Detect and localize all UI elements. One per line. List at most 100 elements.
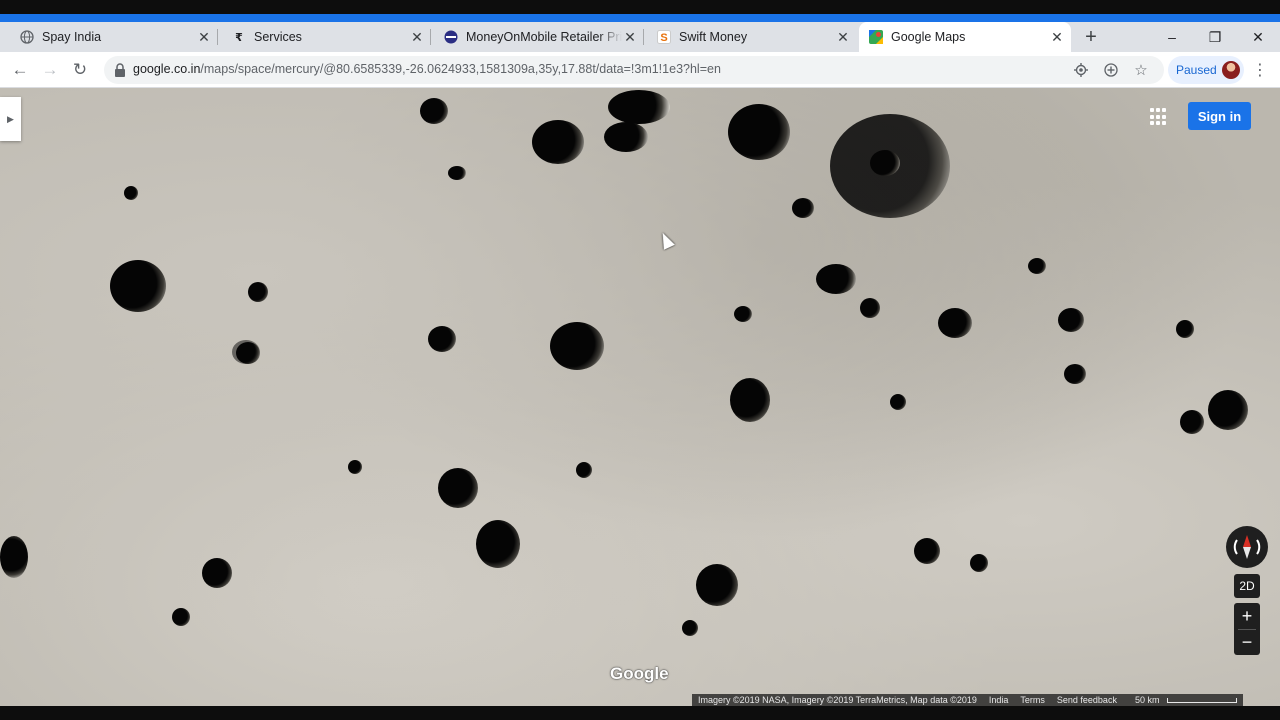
crater [476, 520, 520, 568]
crater [860, 298, 880, 318]
map-canvas[interactable] [0, 88, 1280, 706]
scale-label: 50 km [1134, 695, 1160, 705]
crater [428, 326, 456, 352]
close-tab-icon[interactable]: ✕ [1049, 29, 1065, 45]
globe-icon [20, 30, 34, 44]
crater [734, 306, 752, 322]
profile-button[interactable]: Paused [1168, 56, 1244, 84]
bookmark-star-icon[interactable]: ☆ [1132, 61, 1150, 79]
crater [604, 122, 648, 152]
tab-services[interactable]: ₹ Services ✕ [212, 22, 431, 52]
crater [0, 536, 28, 578]
crater [608, 90, 670, 124]
close-tab-icon[interactable]: ✕ [409, 29, 425, 45]
crater [248, 282, 268, 302]
crater [448, 166, 466, 180]
crater [420, 98, 448, 124]
svg-text:S: S [660, 32, 667, 44]
crater [438, 468, 478, 508]
crater [172, 608, 190, 626]
tab-google-maps[interactable]: Google Maps ✕ [859, 22, 1071, 52]
crater [816, 264, 856, 294]
crater [914, 538, 940, 564]
tab-title: Services [254, 30, 302, 44]
new-tab-button[interactable]: + [1080, 22, 1102, 52]
location-icon[interactable] [1072, 61, 1090, 79]
address-bar[interactable]: google.co.in/maps/space/mercury/@80.6585… [104, 56, 1164, 84]
tab-title: Google Maps [891, 30, 966, 44]
crater [202, 558, 232, 588]
google-watermark: Google [610, 664, 669, 683]
close-tab-icon[interactable]: ✕ [835, 29, 851, 45]
zoom-in-button[interactable]: + [1234, 603, 1260, 629]
region-link[interactable]: India [983, 695, 1015, 705]
zoom-out-button[interactable]: − [1234, 629, 1260, 655]
browser-window: Spay India ✕ ₹ Services ✕ MoneyOnMobile … [0, 0, 1280, 720]
crater [532, 120, 584, 164]
tab-title: MoneyOnMobile Retailer Prim [466, 30, 622, 44]
expand-side-panel-button[interactable]: ▶ [0, 97, 21, 141]
screen-bottom-border [0, 706, 1280, 720]
profile-status: Paused [1176, 63, 1217, 77]
lock-icon [115, 63, 125, 77]
imagery-credit: Imagery ©2019 NASA, Imagery ©2019 TerraM… [698, 695, 977, 705]
send-feedback-link[interactable]: Send feedback [1051, 695, 1123, 705]
url-host: google.co.in [133, 62, 201, 76]
back-icon[interactable]: ← [8, 58, 32, 82]
crater [348, 460, 362, 474]
crater [232, 340, 260, 364]
close-window-button[interactable]: ✕ [1236, 22, 1280, 52]
crater [550, 322, 604, 370]
crater [890, 394, 906, 410]
compass-icon[interactable] [1226, 526, 1268, 568]
crater [1180, 410, 1204, 434]
browser-toolbar: ← → ↻ google.co.in/maps/space/mercury/@8… [0, 52, 1280, 88]
rupee-icon: ₹ [235, 31, 243, 44]
google-apps-icon[interactable] [1150, 108, 1168, 126]
toggle-2d-button[interactable]: 2D [1234, 574, 1260, 598]
terms-link[interactable]: Terms [1014, 695, 1051, 705]
crater [1028, 258, 1046, 274]
crater [938, 308, 972, 338]
scale-bar [1167, 698, 1238, 703]
url-text[interactable]: google.co.in/maps/space/mercury/@80.6585… [133, 62, 721, 76]
crater [730, 378, 770, 422]
close-tab-icon[interactable]: ✕ [196, 29, 212, 45]
maximize-button[interactable]: ❐ [1193, 22, 1237, 52]
crater [1176, 320, 1194, 338]
crater [576, 462, 592, 478]
tab-spay-india[interactable]: Spay India ✕ [0, 22, 218, 52]
map-attribution-bar: Imagery ©2019 NASA, Imagery ©2019 TerraM… [692, 694, 1244, 706]
window-title-bar [0, 14, 1280, 22]
google-maps-icon [869, 30, 883, 44]
tab-title: Swift Money [679, 30, 748, 44]
moneyonmobile-icon [444, 30, 458, 44]
crater [728, 104, 790, 160]
crater [1058, 308, 1084, 332]
zoom-controls: + − [1234, 603, 1260, 655]
tab-swift-money[interactable]: S Swift Money ✕ [637, 22, 857, 52]
scale-indicator[interactable]: 50 km [1123, 695, 1244, 705]
sign-in-button[interactable]: Sign in [1188, 102, 1251, 130]
crater [1208, 390, 1248, 430]
minimize-button[interactable]: – [1150, 22, 1194, 52]
crater [682, 620, 698, 636]
url-path: /maps/space/mercury/@80.6585339,-26.0624… [200, 62, 721, 76]
swift-money-icon: S [657, 30, 671, 44]
crater [110, 260, 166, 312]
screen-top-border [0, 0, 1280, 14]
close-tab-icon[interactable]: ✕ [622, 29, 638, 45]
crater [124, 186, 138, 200]
tab-title: Spay India [42, 30, 102, 44]
crater [970, 554, 988, 572]
crater [696, 564, 738, 606]
install-app-icon[interactable] [1102, 61, 1120, 79]
reload-icon[interactable]: ↻ [68, 58, 92, 82]
menu-kebab-icon[interactable]: ⋮ [1252, 60, 1268, 80]
crater [1064, 364, 1086, 384]
crater [870, 150, 900, 176]
crater [792, 198, 814, 218]
avatar [1222, 61, 1240, 79]
forward-icon[interactable]: → [38, 58, 62, 82]
tab-moneyonmobile[interactable]: MoneyOnMobile Retailer Prim ✕ [424, 22, 644, 52]
